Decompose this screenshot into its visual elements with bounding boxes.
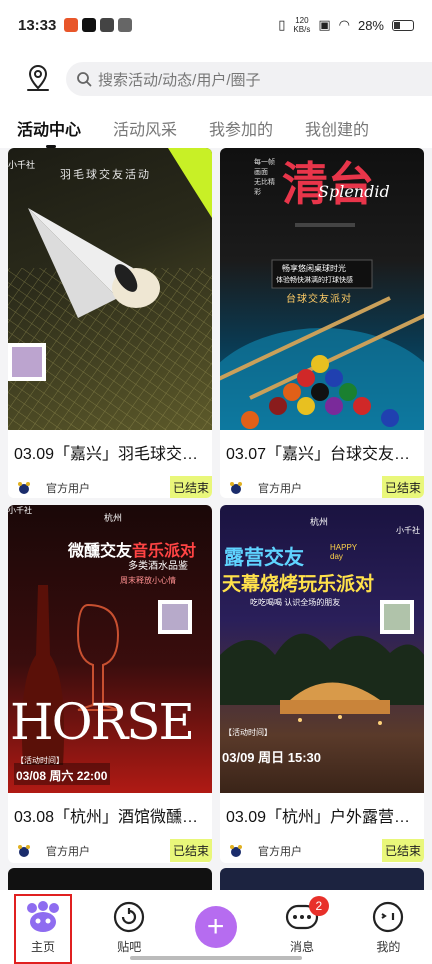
card-user-name: 官方用户 (46, 845, 90, 858)
status-time: 13:33 (18, 16, 57, 34)
nav-home-label: 主页 (30, 940, 55, 954)
poster-sub1: 畅享悠闲桌球时光 (282, 264, 346, 273)
card-title: 03.09「嘉兴」羽毛球交友活动 (14, 446, 212, 463)
nav-forum[interactable]: 贴吧 (86, 890, 172, 964)
poster-horse: HORSE (10, 693, 195, 751)
camping-poster-image: 杭州 小千社 露营交友 HAPPY day 天幕烧烤玩乐派对 吃吃喝喝 认识全场… (220, 505, 424, 793)
bar-party-poster-image: 杭州 小千社 微醺交友音乐派对 多类酒水品鉴 周末释放小心情 HORSE 【活动… (8, 505, 212, 793)
status-right: ▯ 120 KB/s ▣ ◠ 28% (278, 16, 414, 34)
tiktok-icon (82, 18, 97, 32)
poster-script: Splendid (318, 182, 390, 201)
speed-unit: KB/s (293, 25, 311, 34)
poster-side-text: 每一帧 画面 无比精彩 (254, 159, 275, 196)
card-footer: 官方用户 已结束 (220, 827, 424, 862)
nav-home[interactable]: 主页 (14, 894, 72, 964)
poster-date: 03/09 周日 15:30 (222, 750, 322, 765)
next-card-peek[interactable] (220, 868, 424, 890)
status-badge: 已结束 (381, 476, 424, 498)
poster-line2: 天幕烧烤玩乐派对 (222, 574, 375, 595)
poster-tag: 周末释放小心情 (120, 576, 176, 585)
official-user-avatar-icon (230, 844, 242, 857)
nav-profile[interactable]: 我的 (345, 890, 431, 964)
tab-joined[interactable]: 我参加的 (209, 116, 273, 140)
poster-subtitle: 多类酒水品鉴 (128, 561, 188, 572)
official-user-avatar-icon (230, 481, 242, 494)
nav-messages-label: 消息 (289, 940, 314, 954)
speed-value: 120 (295, 16, 309, 25)
bottom-nav: 主页 贴吧 + 2 消息 我的 (0, 890, 432, 964)
card-title: 03.07「嘉兴」台球交友派对 (226, 446, 424, 463)
wifi-icon: ◠ (338, 17, 350, 32)
plus-icon: + (194, 906, 237, 948)
gesture-home-bar[interactable] (130, 956, 302, 960)
activity-card[interactable]: 杭州 小千社 微醺交友音乐派对 多类酒水品鉴 周末释放小心情 HORSE 【活动… (8, 505, 212, 863)
poster-subtitle: 吃吃喝喝 认识全场的朋友 (250, 598, 341, 607)
badminton-poster-image: 羽毛球交友活动 小千社 (8, 148, 212, 430)
poster-band: 台球交友派对 (286, 294, 352, 305)
poster-big-title: 清台 (282, 157, 374, 211)
notification-icons (64, 18, 133, 32)
poster-time-label: 【活动时间】 (16, 756, 64, 765)
poster-city: 杭州 (310, 517, 329, 527)
network-speed: 120 KB/s (293, 16, 310, 34)
poster-line1: 露营交友 (224, 547, 304, 569)
poster-brand: 小千社 (8, 160, 36, 170)
card-footer: 官方用户 已结束 (8, 464, 212, 498)
poster-brand: 小千社 (396, 526, 420, 535)
poster-happy: HAPPY day (330, 543, 357, 561)
poster-date: 03/08 周六 22:00 (16, 769, 108, 783)
nfc-icon: ▣ (318, 17, 331, 32)
card-user-name: 官方用户 (258, 845, 302, 858)
activity-card[interactable]: 杭州 小千社 露营交友 HAPPY day 天幕烧烤玩乐派对 吃吃喝喝 认识全场… (220, 505, 424, 863)
billiards-poster-image: 清台 Splendid 每一帧 画面 无比精彩 畅享悠闲桌球时光 体验畅快淋漓的… (220, 148, 424, 430)
app-notification-icon (118, 18, 133, 32)
official-user-avatar-icon (18, 481, 30, 494)
card-title: 03.09「杭州」户外露营交友天幕烧烤玩乐派对 (226, 809, 424, 826)
poster-header: 羽毛球交友活动 (60, 169, 151, 181)
status-bar: 13:33 ▯ 120 KB/s ▣ ◠ 28% (0, 0, 432, 50)
tab-activity-center[interactable]: 活动中心 (17, 116, 81, 148)
card-footer: 官方用户 已结束 (8, 827, 212, 862)
poster-brand: 小千社 (8, 506, 32, 515)
battery-percent: 28% (357, 17, 384, 33)
profile-face-icon (373, 901, 404, 933)
vibrate-icon: ▯ (278, 17, 286, 32)
poster-main-text: 微醺交友 (68, 543, 133, 560)
tab-created[interactable]: 我创建的 (305, 116, 369, 140)
activity-card[interactable]: 清台 Splendid 每一帧 画面 无比精彩 畅享悠闲桌球时光 体验畅快淋漓的… (220, 148, 424, 498)
status-badge: 已结束 (169, 476, 212, 498)
poster-city: 杭州 (104, 513, 123, 523)
home-mascot-icon (27, 901, 59, 932)
tab-bar: 活动中心 活动风采 我参加的 我创建的 (0, 108, 432, 148)
battery-icon (392, 19, 414, 31)
poster-sub2: 体验畅快淋漓的打球快感 (276, 277, 353, 284)
tab-activity-highlights[interactable]: 活动风采 (113, 116, 177, 140)
nav-profile-label: 我的 (376, 940, 401, 954)
search-icon (77, 72, 92, 87)
card-user-name: 官方用户 (46, 482, 90, 495)
card-footer: 官方用户 已结束 (220, 464, 424, 498)
status-badge: 已结束 (169, 839, 212, 862)
search-placeholder: 搜索活动/动态/用户/圈子 (98, 71, 261, 89)
app-notification-icon (64, 18, 79, 32)
nav-messages[interactable]: 2 消息 (259, 890, 345, 964)
card-title: 03.08「杭州」酒馆微醺交友音乐派对 (14, 809, 212, 826)
nav-create[interactable]: + (172, 890, 258, 964)
status-badge: 已结束 (381, 839, 424, 862)
location-pin-icon[interactable] (24, 63, 52, 95)
message-count-badge: 2 (308, 896, 329, 916)
app-screen: 13:33 ▯ 120 KB/s ▣ ◠ 28% 搜索活动/动态/用户/圈子 活动… (0, 0, 432, 964)
app-notification-icon (100, 18, 115, 32)
poster-time-label: 【活动时间】 (224, 728, 272, 737)
nav-forum-label: 贴吧 (117, 940, 142, 954)
forum-refresh-icon (114, 901, 145, 933)
official-user-avatar-icon (18, 844, 30, 857)
search-row: 搜索活动/动态/用户/圈子 (0, 50, 432, 108)
search-input[interactable]: 搜索活动/动态/用户/圈子 (66, 62, 432, 96)
activity-card[interactable]: 羽毛球交友活动 小千社 03.09「嘉兴」羽毛球交友活动 官方用户 已结束 (8, 148, 212, 498)
card-user-name: 官方用户 (258, 482, 302, 495)
next-card-peek[interactable] (8, 868, 212, 890)
